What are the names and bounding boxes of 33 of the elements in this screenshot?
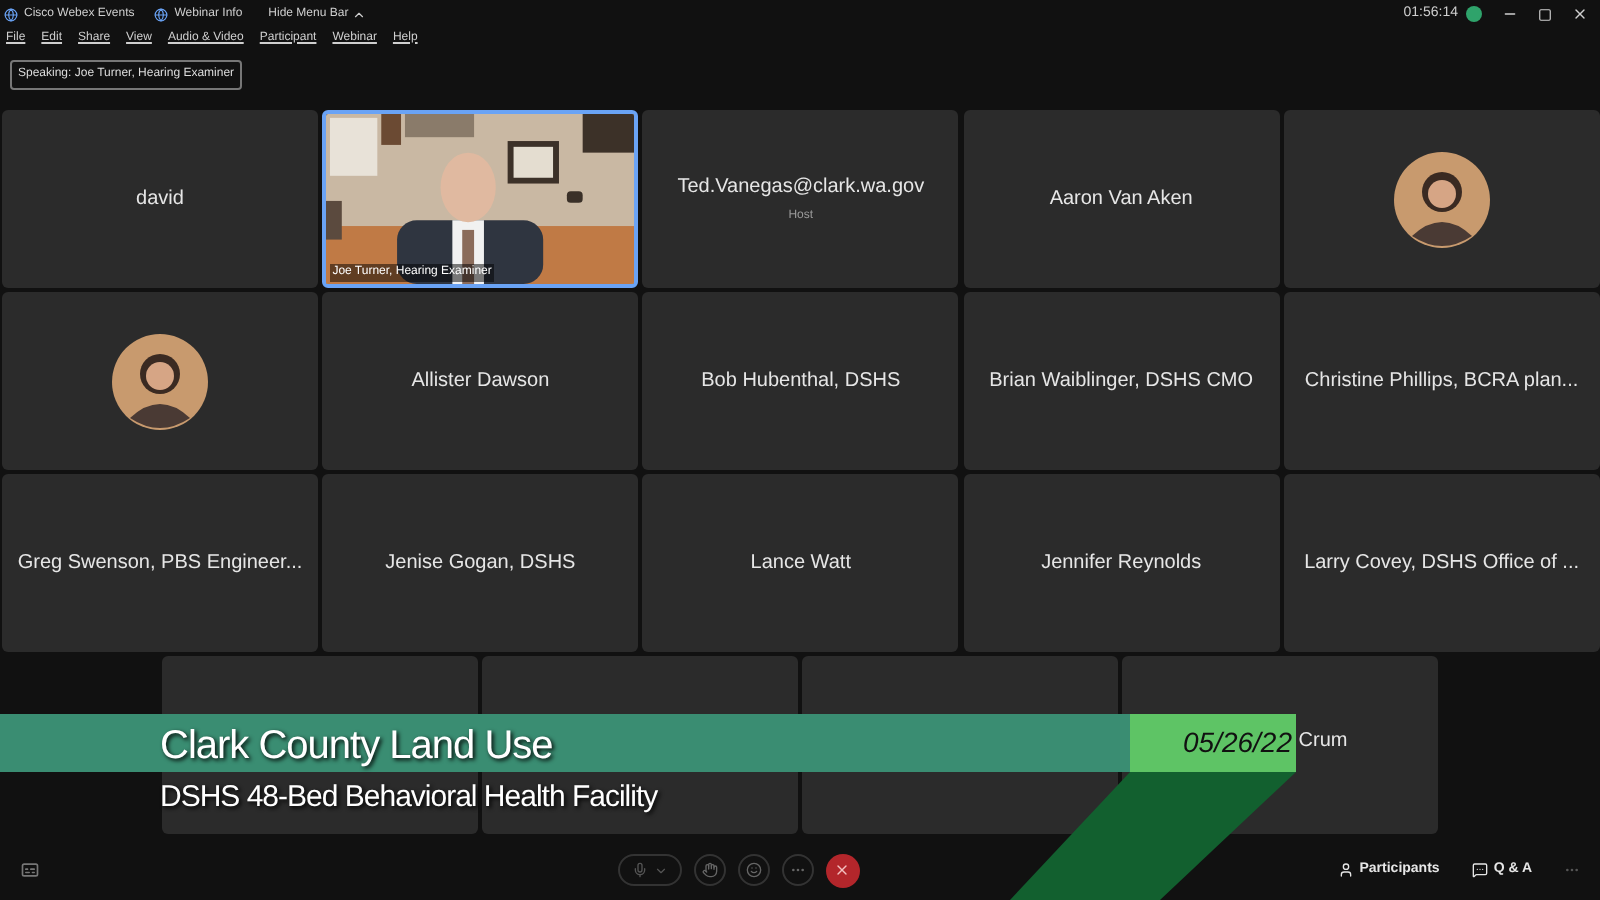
participant-name: Ted.Vanegas@clark.wa.gov [677,174,925,202]
participant-name: Allister Dawson [411,368,550,396]
participant-name: Jennifer Reynolds [1041,550,1202,578]
avatar-icon [112,333,208,429]
banner-subtitle: DSHS 48-Bed Behavioral Health Facility [160,778,658,818]
banner-date: 05/26/22 [1130,714,1296,772]
reactions-button[interactable] [737,854,770,886]
participant-name: Bob Hubenthal, DSHS [701,368,901,396]
participant-name: Crum [1298,728,1348,756]
chevron-icon [352,7,367,21]
chevron-icon [653,863,668,877]
participant-name: Christine Phillips, BCRA plan... [1304,368,1579,396]
participant-name: david [136,186,184,214]
participant-name: Greg Swenson, PBS Engineer... [17,550,303,578]
participant-name: Larry Covey, DSHS Office of ... [1304,550,1580,578]
participant-name: Aaron Van Aken [1049,186,1193,214]
avatar-icon [1393,151,1490,247]
mic-icon [631,862,648,878]
globe-icon [4,7,18,21]
captions-icon[interactable] [20,860,40,880]
globe-icon [154,7,169,21]
raise-hand-button[interactable] [693,854,726,886]
hand-icon [701,862,718,878]
leave-button[interactable] [825,853,860,887]
smile-icon [745,862,762,878]
participant-name: Brian Waiblinger, DSHS CMO [989,368,1254,396]
participant-name: Lance Watt [750,550,851,578]
person-icon [1337,862,1354,878]
maximize-icon[interactable] [1538,7,1552,21]
close-icon [834,862,851,878]
banner-title: Clark County Land Use [160,722,553,772]
close-icon[interactable] [1572,6,1588,22]
participant-name: Jenise Gogan, DSHS [385,550,576,578]
